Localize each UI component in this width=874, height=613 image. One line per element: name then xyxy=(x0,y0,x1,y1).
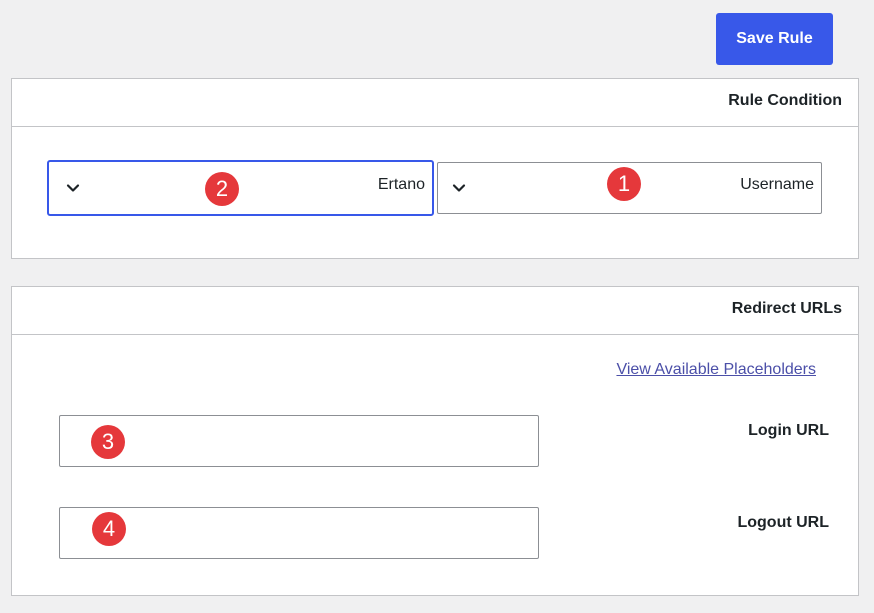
redirect-urls-title: Redirect URLs xyxy=(731,300,842,317)
login-url-input[interactable] xyxy=(59,415,539,467)
rule-condition-header: Rule Condition xyxy=(12,79,858,127)
login-url-label: Login URL xyxy=(748,422,829,439)
view-placeholders-link[interactable]: View Available Placeholders xyxy=(616,361,816,379)
rule-condition-title: Rule Condition xyxy=(728,92,842,109)
annotation-badge-2: 2 xyxy=(205,172,239,206)
logout-url-label: Logout URL xyxy=(737,514,829,531)
rule-condition-panel: Rule Condition Ertano Username 2 1 xyxy=(11,78,859,259)
page: Save Rule Rule Condition Ertano Username… xyxy=(0,0,874,613)
redirect-urls-panel: Redirect URLs View Available Placeholder… xyxy=(11,286,859,596)
annotation-badge-1: 1 xyxy=(607,167,641,201)
condition-value-select[interactable]: Ertano xyxy=(47,160,434,216)
annotation-badge-4: 4 xyxy=(92,512,126,546)
chevron-down-icon xyxy=(452,184,466,192)
save-rule-button[interactable]: Save Rule xyxy=(716,13,833,65)
logout-url-input[interactable] xyxy=(59,507,539,559)
condition-field-selected: Username xyxy=(740,176,814,193)
condition-value-selected: Ertano xyxy=(377,176,425,193)
chevron-down-icon xyxy=(66,184,80,192)
annotation-badge-3: 3 xyxy=(91,425,125,459)
redirect-urls-header: Redirect URLs xyxy=(12,287,858,335)
